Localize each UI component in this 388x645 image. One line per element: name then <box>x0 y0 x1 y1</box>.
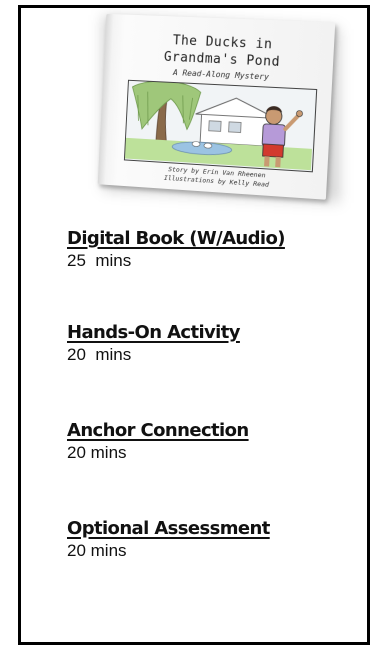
activity-duration: 20 mins <box>67 344 240 365</box>
schedule-card: The Ducks in Grandma's Pond A Read-Along… <box>18 5 370 645</box>
activity-hands-on: Hands-On Activity 20 mins <box>67 322 240 365</box>
activity-duration: 20 mins <box>67 540 270 561</box>
activity-anchor-connection: Anchor Connection 20 mins <box>67 420 249 463</box>
activity-duration: 20 mins <box>67 442 249 463</box>
activity-title: Anchor Connection <box>67 420 249 442</box>
activity-optional-assessment: Optional Assessment 20 mins <box>67 518 270 561</box>
cover-illustration <box>124 80 317 173</box>
book-cover: The Ducks in Grandma's Pond A Read-Along… <box>98 14 336 200</box>
activity-title: Digital Book (W/Audio) <box>67 228 285 250</box>
book-cover-image: The Ducks in Grandma's Pond A Read-Along… <box>89 12 351 198</box>
book-title: The Ducks in Grandma's Pond <box>133 31 314 73</box>
activity-duration: 25 mins <box>67 250 285 271</box>
activity-title: Hands-On Activity <box>67 322 240 344</box>
activity-title: Optional Assessment <box>67 518 270 540</box>
activity-digital-book: Digital Book (W/Audio) 25 mins <box>67 228 285 271</box>
pond-scene-illustration <box>125 81 315 170</box>
